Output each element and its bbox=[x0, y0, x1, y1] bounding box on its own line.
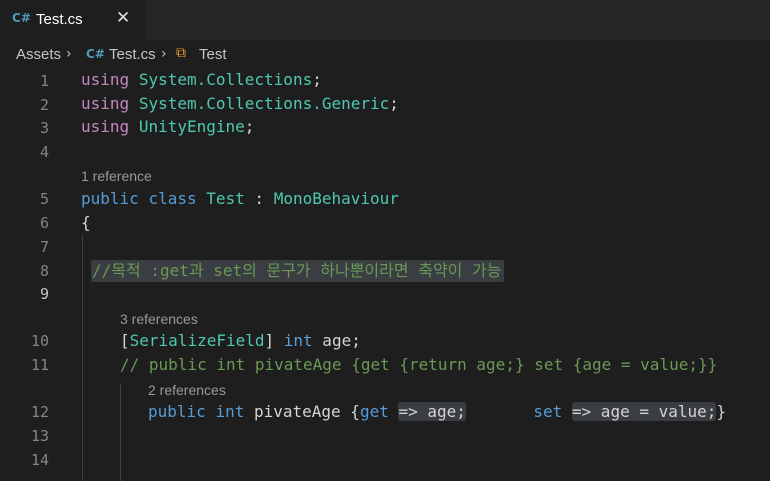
line-number: 14 bbox=[30, 451, 49, 469]
tab-filename: Test.cs bbox=[36, 11, 83, 28]
tab-strip: C# Test.cs ✕ bbox=[0, 0, 770, 40]
breadcrumb: Assets › C# Test.cs › ⧉ Test bbox=[0, 40, 770, 68]
csharp-file-icon: C# bbox=[86, 47, 105, 61]
line-number: 3 bbox=[39, 119, 49, 137]
line-number: 4 bbox=[39, 143, 49, 161]
code-line-8-comment: //목적 :get과 set의 문구가 하나뿐이라면 축약이 가능 bbox=[91, 260, 505, 282]
code-line-10: [SerializeField] int age; bbox=[120, 331, 361, 350]
close-icon[interactable]: ✕ bbox=[116, 8, 130, 28]
csharp-file-icon: C# bbox=[12, 11, 31, 25]
line-number: 12 bbox=[30, 403, 49, 421]
codelens-references[interactable]: 3 references bbox=[120, 310, 198, 328]
breadcrumb-file[interactable]: Test.cs bbox=[109, 46, 156, 63]
line-number: 13 bbox=[30, 427, 49, 445]
code-line-5: public class Test : MonoBehaviour bbox=[81, 189, 399, 208]
code-line-12: public int pivateAge {get => age; set =>… bbox=[148, 402, 727, 421]
code-line-1: using System.Collections; bbox=[81, 70, 322, 89]
line-number: 1 bbox=[39, 72, 49, 90]
indent-guide bbox=[82, 235, 83, 481]
code-line-2: using System.Collections.Generic; bbox=[81, 94, 399, 113]
chevron-right-icon: › bbox=[161, 46, 167, 62]
line-number: 10 bbox=[30, 332, 49, 350]
code-line-6: { bbox=[81, 213, 91, 232]
breadcrumb-class[interactable]: Test bbox=[199, 46, 227, 63]
chevron-right-icon: › bbox=[66, 46, 72, 62]
class-icon: ⧉ bbox=[176, 45, 186, 61]
tab-test-cs[interactable]: C# Test.cs ✕ bbox=[0, 0, 145, 40]
code-line-3: using UnityEngine; bbox=[81, 117, 255, 136]
breadcrumb-folder[interactable]: Assets bbox=[16, 46, 61, 63]
line-number-active: 9 bbox=[39, 285, 49, 303]
line-number: 6 bbox=[39, 214, 49, 232]
codelens-references[interactable]: 2 references bbox=[148, 381, 226, 399]
codelens-references[interactable]: 1 reference bbox=[81, 167, 152, 185]
line-number: 8 bbox=[39, 262, 49, 280]
line-number: 11 bbox=[30, 356, 49, 374]
code-line-11-comment: // public int pivateAge {get {return age… bbox=[120, 355, 718, 374]
code-editor[interactable]: 1 2 3 4 5 6 7 8 9 10 11 12 13 14 using S… bbox=[0, 68, 770, 481]
line-number: 2 bbox=[39, 96, 49, 114]
indent-guide bbox=[120, 384, 121, 481]
line-number: 7 bbox=[39, 238, 49, 256]
line-number: 5 bbox=[39, 190, 49, 208]
